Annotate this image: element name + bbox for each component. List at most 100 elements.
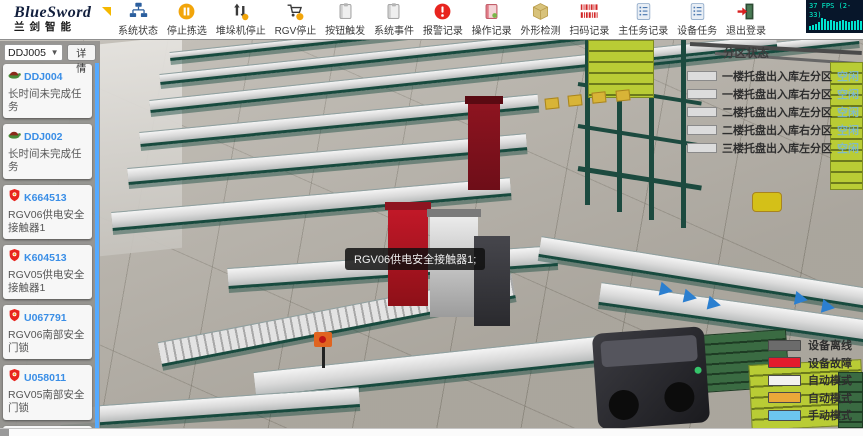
pause-icon xyxy=(177,2,196,21)
device-fault-swatch xyxy=(768,357,801,368)
zone-status: 空闲 xyxy=(837,68,861,84)
yellow-vehicle xyxy=(752,192,782,212)
alarm-desc: RGV05供电安全接触器1 xyxy=(8,269,87,295)
toolbar-button-system-events[interactable]: 系统事件 xyxy=(374,2,414,37)
toolbar-label: RGV停止 xyxy=(275,22,317,37)
alarm-device-select[interactable]: DDJ005 ▼ xyxy=(4,44,63,61)
turtle-icon xyxy=(8,68,21,86)
toolbar-label: 系统状态 xyxy=(118,22,158,37)
zone-label: 一楼托盘出入库左分区 xyxy=(722,68,832,84)
device-legend-row: 自动模式 xyxy=(768,389,858,407)
red-lift-machine[interactable] xyxy=(468,102,500,190)
alarm-id: DDJ004 xyxy=(24,71,63,83)
toolbar-button-alarm-records[interactable]: 报警记录 xyxy=(423,2,463,37)
toolbar-label: 报警记录 xyxy=(423,22,463,37)
alarm-card[interactable]: U058011 RGV05南部安全门锁 xyxy=(3,365,92,419)
toolbar-button-main-task-records[interactable]: 主任务记录 xyxy=(618,2,668,37)
device-legend-row: 自动模式 xyxy=(768,372,858,390)
toolbar-buttons: 系统状态 停止拣选 堆垛机停止 RGV停止 按钮触发 系统事件 报警记录 操作 xyxy=(118,2,766,37)
alarm-desc: RGV05南部安全门锁 xyxy=(8,389,87,415)
toolbar-label: 按钮触发 xyxy=(325,22,365,37)
alarm-id: U058011 xyxy=(24,372,66,384)
notebook-icon xyxy=(384,2,403,21)
notebook-icon xyxy=(336,2,355,21)
zone-swatch xyxy=(687,125,717,135)
toolbar-button-rgv-stop[interactable]: RGV停止 xyxy=(275,2,317,37)
device-legend-row: 设备离线 xyxy=(768,337,858,355)
zone-row: 一楼托盘出入库右分区 空闲 xyxy=(671,85,861,103)
zone-row: 二楼托盘出入库右分区 空闲 xyxy=(671,121,861,139)
carton-box xyxy=(567,94,582,106)
shield-alarm-icon xyxy=(8,309,21,327)
alarm-card[interactable]: DDJ002 长时间未完成任务 xyxy=(3,124,92,178)
toolbar-button-system-status[interactable]: 系统状态 xyxy=(118,2,158,37)
alarm-desc: 长时间未完成任务 xyxy=(8,88,87,114)
direction-arrow-icon xyxy=(794,291,809,307)
toolbar-label: 设备任务 xyxy=(677,22,717,37)
zone-label: 二楼托盘出入库左分区 xyxy=(722,104,832,120)
zone-swatch xyxy=(687,143,717,153)
device-legend-label: 自动模式 xyxy=(808,390,858,406)
alert-icon xyxy=(433,2,452,21)
notebook-pink-icon xyxy=(482,2,501,21)
toolbar-button-stacker-stop[interactable]: 堆垛机停止 xyxy=(216,2,266,37)
zone-label: 一楼托盘出入库右分区 xyxy=(722,86,832,102)
top-toolbar: BlueSword 兰剑智能 系统状态 停止拣选 堆垛机停止 RGV停止 按钮触… xyxy=(0,0,863,40)
sidebar-scrollbar[interactable] xyxy=(95,63,99,428)
toolbar-button-device-tasks[interactable]: 设备任务 xyxy=(677,2,717,37)
device-status-legend: 设备离线 设备故障 自动模式 自动模式 手动模式 xyxy=(768,337,858,425)
device-legend-label: 设备离线 xyxy=(808,337,858,353)
alarm-card[interactable]: K604513 RGV05供电安全接触器1 xyxy=(3,245,92,299)
toolbar-button-logout[interactable]: 退出登录 xyxy=(726,2,766,37)
scrollbar-thumb[interactable] xyxy=(0,429,9,436)
toolbar-button-operation-records[interactable]: 操作记录 xyxy=(472,2,512,37)
alarm-card[interactable]: U067791 RGV06南部安全门锁 xyxy=(3,305,92,359)
zone-swatch xyxy=(687,71,717,81)
alarm-card[interactable]: K664513 RGV06供电安全接触器1 xyxy=(3,185,92,239)
device-offline-swatch xyxy=(768,340,801,351)
alarm-id: K664513 xyxy=(24,192,67,204)
agv-robot[interactable] xyxy=(592,326,710,428)
toolbar-button-shape-detection[interactable]: 外形检测 xyxy=(521,2,561,37)
carton-box xyxy=(591,91,606,103)
manual-mode-swatch xyxy=(768,410,801,421)
task-list-icon xyxy=(634,2,653,21)
alarm-id: U067791 xyxy=(24,312,67,324)
device-legend-row: 设备故障 xyxy=(768,354,858,372)
shield-alarm-icon xyxy=(8,249,21,267)
device-legend-label: 设备故障 xyxy=(808,355,858,371)
conveyor xyxy=(59,387,360,428)
toolbar-label: 扫码记录 xyxy=(569,22,609,37)
toolbar-label: 堆垛机停止 xyxy=(216,22,266,37)
conveyor xyxy=(254,332,635,399)
estop-button xyxy=(314,332,332,347)
toolbar-label: 操作记录 xyxy=(472,22,512,37)
toolbar-label: 停止拣选 xyxy=(167,22,207,37)
zone-swatch xyxy=(687,89,717,99)
toolbar-button-scan-records[interactable]: 扫码记录 xyxy=(569,2,609,37)
zone-status: 空闲 xyxy=(837,86,861,102)
logo-corner-accent xyxy=(102,7,111,16)
direction-arrow-icon xyxy=(821,299,836,315)
zone-swatch xyxy=(687,107,717,117)
shield-alarm-icon xyxy=(8,369,21,387)
turtle-icon xyxy=(8,128,21,146)
barcode-icon xyxy=(580,2,599,21)
detail-button[interactable]: 详情 xyxy=(67,44,96,61)
zone-status: 空闲 xyxy=(837,122,861,138)
horizontal-scrollbar[interactable] xyxy=(0,428,863,436)
alarm-id: K604513 xyxy=(24,252,67,264)
zone-row: 二楼托盘出入库左分区 空闲 xyxy=(671,103,861,121)
toolbar-button-stop-picking[interactable]: 停止拣选 xyxy=(167,2,207,37)
toolbar-button-button-trigger[interactable]: 按钮触发 xyxy=(325,2,365,37)
carton-box xyxy=(615,89,630,101)
zone-status-legend: 分区状态 一楼托盘出入库左分区 空闲 一楼托盘出入库右分区 空闲 二楼托盘出入库… xyxy=(671,45,861,157)
toolbar-label: 外形检测 xyxy=(521,22,561,37)
fps-meter[interactable]: 37 FPS (2-33) xyxy=(806,0,863,33)
scene-tooltip: RGV06供电安全接触器1; xyxy=(345,248,485,270)
zone-legend-title: 分区状态 xyxy=(671,45,861,61)
auto-mode-swatch xyxy=(768,375,801,386)
device-legend-row: 手动模式 xyxy=(768,407,858,425)
zone-row: 三楼托盘出入库左分区 空闲 xyxy=(671,139,861,157)
device-legend-label: 自动模式 xyxy=(808,372,858,388)
